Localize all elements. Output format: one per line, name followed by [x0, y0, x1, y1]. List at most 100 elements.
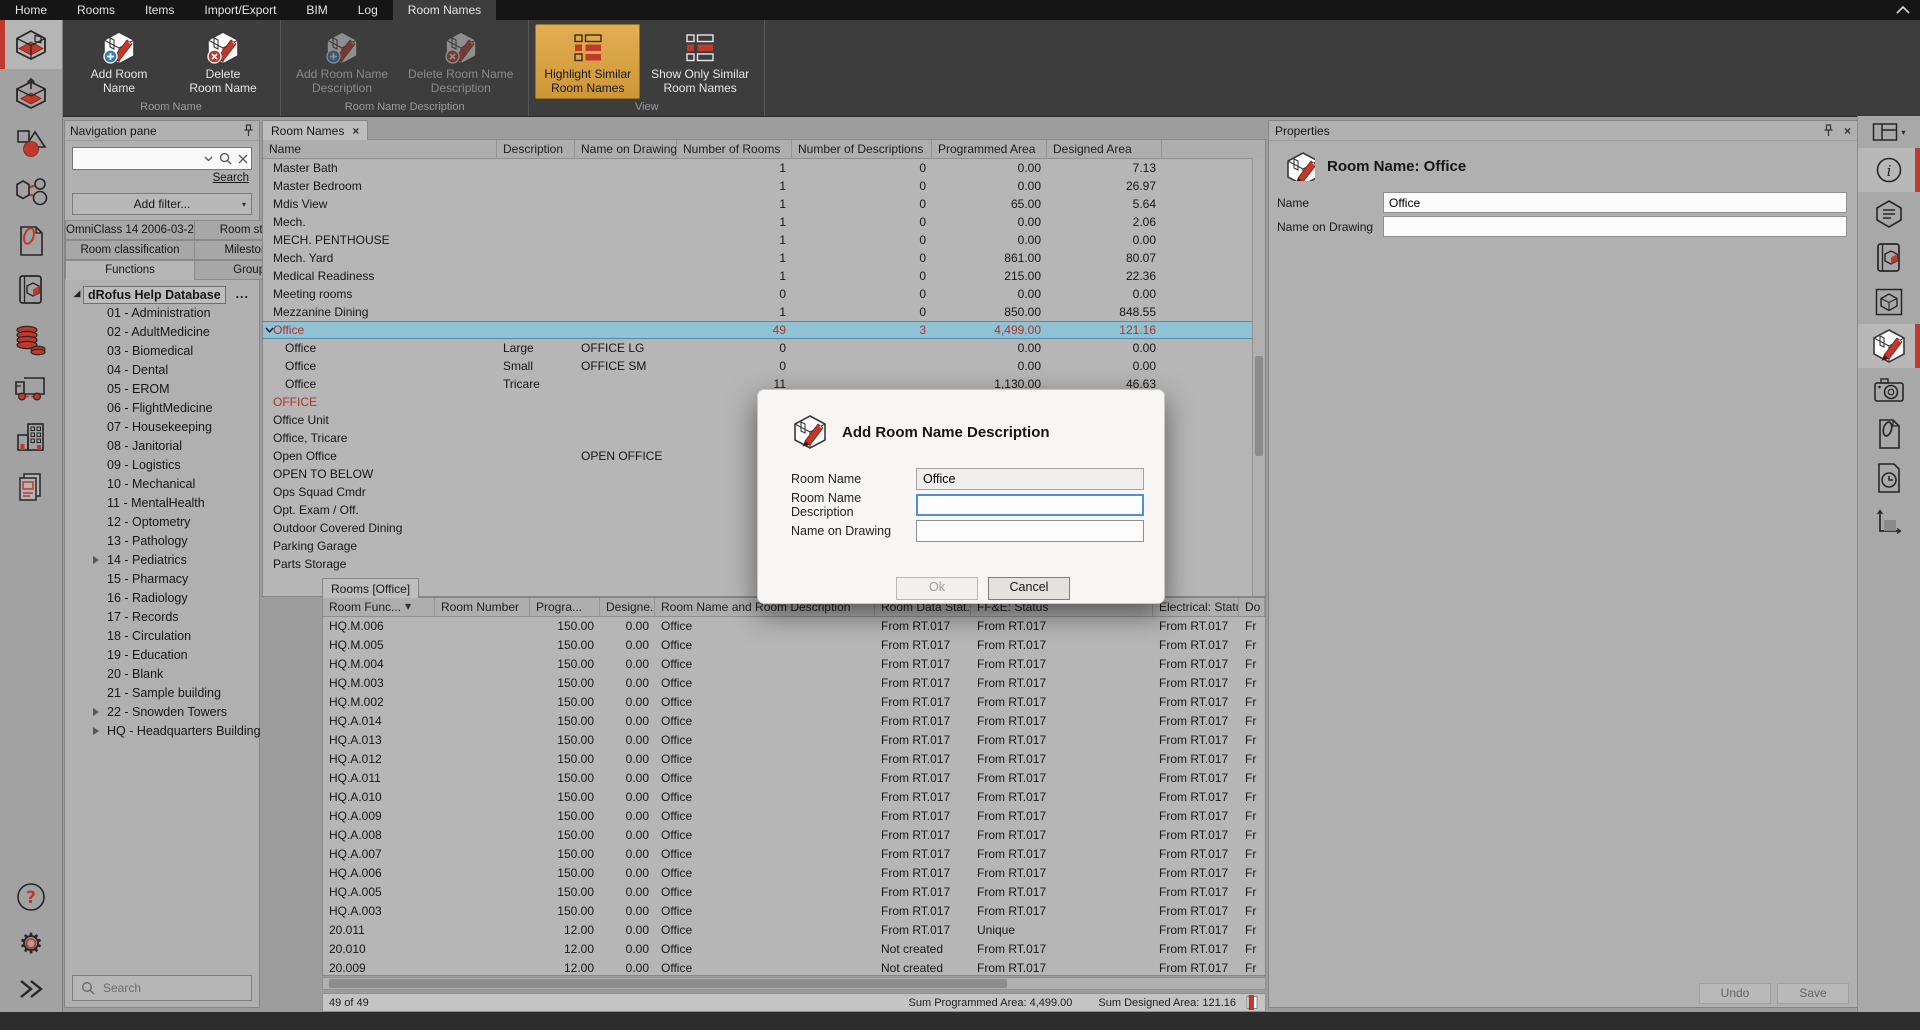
tree-item-09-logistics[interactable]: 09 - Logistics [71, 456, 257, 475]
tree-root-item[interactable]: ◢dRofus Help Database... [71, 285, 257, 304]
scrollbar-thumb[interactable] [329, 979, 1007, 988]
ok-button[interactable]: Ok [896, 577, 978, 600]
truck-icon[interactable] [0, 363, 62, 412]
table-row[interactable]: HQ.A.009150.000.00OfficeFrom RT.017From … [323, 807, 1265, 826]
table-row[interactable]: HQ.A.003150.000.00OfficeFrom RT.017From … [323, 902, 1265, 921]
column-header[interactable]: Designed Area [1047, 140, 1162, 158]
column-header[interactable]: Room Number [435, 598, 530, 616]
database-icon[interactable] [0, 314, 62, 363]
horizontal-scrollbar[interactable] [322, 977, 1266, 990]
expander-icon[interactable] [93, 727, 99, 735]
table-row[interactable]: 20.01112.000.00OfficeFrom RT.017UniqueFr… [323, 921, 1265, 940]
sort-filter-icon[interactable]: ▼ [405, 598, 411, 616]
tree-item-13-pathology[interactable]: 13 - Pathology [71, 532, 257, 551]
search-icon[interactable] [217, 152, 234, 165]
tree-item-01-administration[interactable]: 01 - Administration [71, 304, 257, 323]
table-row[interactable]: Mech. Yard10861.0080.07 [263, 249, 1265, 267]
camera-icon[interactable] [1858, 368, 1920, 412]
tree-item-06-flightmedicine[interactable]: 06 - FlightMedicine [71, 399, 257, 418]
close-icon[interactable]: × [352, 125, 359, 137]
ribbon-collapse-button[interactable] [1886, 0, 1920, 20]
cube-pencil-icon[interactable] [1858, 324, 1920, 368]
tree-item-15-pharmacy[interactable]: 15 - Pharmacy [71, 570, 257, 589]
settings-gear-icon[interactable]: ⚙ [0, 920, 62, 966]
add-room-name-button[interactable]: Add RoomName [68, 24, 170, 99]
expander-icon[interactable] [93, 556, 99, 564]
tree-item-19-education[interactable]: 19 - Education [71, 646, 257, 665]
show-only-similar-room-names-button[interactable]: Show Only SimilarRoom Names [642, 24, 758, 99]
attachment-doc-icon[interactable] [1858, 412, 1920, 456]
cancel-button[interactable]: Cancel [988, 577, 1070, 600]
navigation-search-combobox[interactable] [72, 147, 252, 170]
highlight-similar-room-names-button[interactable]: Highlight SimilarRoom Names [535, 24, 640, 99]
table-row[interactable]: HQ.A.006150.000.00OfficeFrom RT.017From … [323, 864, 1265, 883]
add-filter-button[interactable]: Add filter... ▾ [72, 193, 252, 215]
table-row[interactable]: HQ.M.005150.000.00OfficeFrom RT.017From … [323, 636, 1265, 655]
field-input-name-on-drawing[interactable] [1383, 216, 1847, 237]
panel-layout-icon[interactable]: ▾ [1858, 116, 1920, 148]
scrollbar-thumb[interactable] [1255, 356, 1263, 456]
table-row[interactable]: Master Bath100.007.13 [263, 159, 1265, 177]
table-row[interactable]: HQ.A.007150.000.00OfficeFrom RT.017From … [323, 845, 1265, 864]
table-row[interactable]: Mdis View1065.005.64 [263, 195, 1265, 213]
chevron-down-icon[interactable] [200, 156, 217, 162]
menu-item-rooms[interactable]: Rooms [62, 0, 130, 20]
table-row[interactable]: 20.01012.000.00OfficeNot createdFrom RT.… [323, 940, 1265, 959]
menu-item-items[interactable]: Items [130, 0, 189, 20]
search-link[interactable]: Search [213, 172, 249, 184]
table-row[interactable]: Medical Readiness10215.0022.36 [263, 267, 1265, 285]
tree-item-17-records[interactable]: 17 - Records [71, 608, 257, 627]
book-cube-icon[interactable] [1858, 236, 1920, 280]
clear-search-icon[interactable] [234, 154, 251, 164]
nav-tab-functions[interactable]: Functions [65, 260, 195, 280]
tree-item-12-optometry[interactable]: 12 - Optometry [71, 513, 257, 532]
table-row[interactable]: 20.00912.000.00OfficeNot createdFrom RT.… [323, 959, 1265, 976]
hexagon-doc-icon[interactable] [1858, 192, 1920, 236]
vertical-scrollbar[interactable] [1252, 158, 1265, 596]
tree-item-18-circulation[interactable]: 18 - Circulation [71, 627, 257, 646]
delete-room-name-button[interactable]: DeleteRoom Name [172, 24, 274, 99]
column-header[interactable]: Progra... [530, 598, 600, 616]
column-header[interactable]: Designe... [600, 598, 655, 616]
table-row[interactable]: OfficeLargeOFFICE LG00.000.00 [263, 339, 1265, 357]
column-header[interactable]: Room Func...▼ [323, 598, 435, 616]
navigation-search-input[interactable] [73, 150, 200, 167]
table-row[interactable]: Office4934,499.00121.16 [263, 321, 1265, 339]
expander-icon[interactable] [93, 708, 99, 716]
table-row[interactable]: MECH. PENTHOUSE100.000.00 [263, 231, 1265, 249]
tree-item-11-mentalhealth[interactable]: 11 - MentalHealth [71, 494, 257, 513]
menu-item-log[interactable]: Log [343, 0, 393, 20]
dialog-input-room-name-description[interactable] [916, 494, 1144, 516]
tree-item-hq-headquarters-building[interactable]: HQ - Headquarters Building [71, 722, 257, 741]
tree-item-14-pediatrics[interactable]: 14 - Pediatrics [71, 551, 257, 570]
chevron-down-icon[interactable] [265, 327, 274, 333]
papers-icon[interactable] [0, 461, 62, 510]
tree-item-05-erom[interactable]: 05 - EROM [71, 380, 257, 399]
column-header[interactable]: Programmed Area [932, 140, 1047, 158]
table-row[interactable]: Mech.100.002.06 [263, 213, 1265, 231]
field-input-name[interactable] [1383, 192, 1847, 213]
column-header[interactable]: Name on Drawing [575, 140, 677, 158]
tab-rooms-office[interactable]: Rooms [Office] [322, 578, 419, 598]
tree-item-03-biomedical[interactable]: 03 - Biomedical [71, 342, 257, 361]
pin-icon[interactable] [1823, 124, 1834, 137]
tree-item-21-sample-building[interactable]: 21 - Sample building [71, 684, 257, 703]
table-row[interactable]: HQ.A.011150.000.00OfficeFrom RT.017From … [323, 769, 1265, 788]
items-cube-icon[interactable] [0, 69, 62, 118]
column-header[interactable]: Number of Rooms [677, 140, 792, 158]
table-row[interactable]: HQ.A.010150.000.00OfficeFrom RT.017From … [323, 788, 1265, 807]
tree-item-07-housekeeping[interactable]: 07 - Housekeeping [71, 418, 257, 437]
table-row[interactable]: HQ.M.003150.000.00OfficeFrom RT.017From … [323, 674, 1265, 693]
info-icon[interactable]: i [1858, 148, 1920, 192]
nav-tab-room-classification[interactable]: Room classification [65, 240, 195, 260]
table-row[interactable]: Meeting rooms000.000.00 [263, 285, 1265, 303]
rooms-cube-icon[interactable] [0, 20, 62, 69]
tree-item-menu-button[interactable]: ... [236, 285, 257, 304]
tree-item-22-snowden-towers[interactable]: 22 - Snowden Towers [71, 703, 257, 722]
column-header[interactable]: Do [1239, 598, 1265, 616]
table-row[interactable]: HQ.A.012150.000.00OfficeFrom RT.017From … [323, 750, 1265, 769]
tree-item-16-radiology[interactable]: 16 - Radiology [71, 589, 257, 608]
expander-icon[interactable]: ◢ [71, 285, 83, 304]
menu-item-bim[interactable]: BIM [291, 0, 342, 20]
table-row[interactable]: HQ.M.004150.000.00OfficeFrom RT.017From … [323, 655, 1265, 674]
